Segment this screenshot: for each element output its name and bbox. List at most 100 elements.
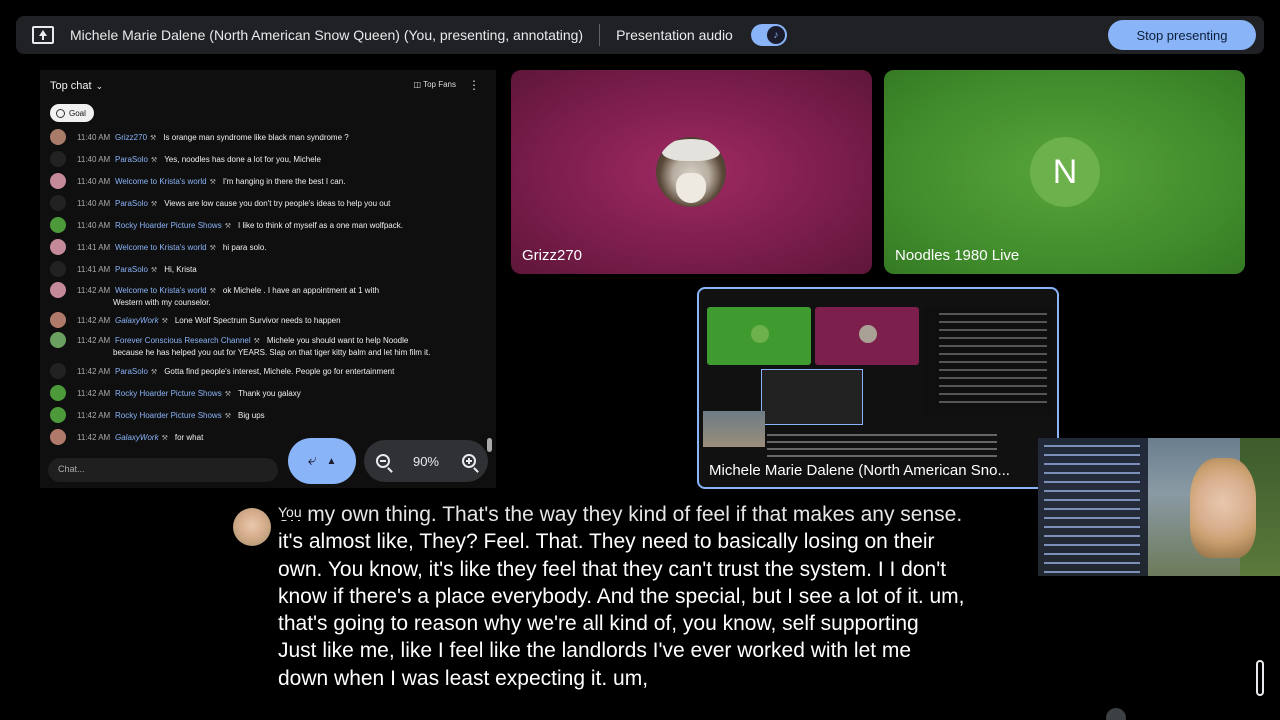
mini-caption-preview: [767, 429, 997, 459]
message-author[interactable]: Rocky Hoarder Picture Shows: [115, 411, 222, 420]
participant-name: Michele Marie Dalene (North American Sno…: [709, 462, 1010, 479]
participant-tile-grizz[interactable]: Grizz270: [511, 70, 872, 274]
zoom-level: 90%: [412, 453, 439, 469]
pen-icon: ⤶: [307, 452, 317, 469]
more-button[interactable]: [1106, 708, 1126, 720]
nested-screen-preview: [761, 369, 863, 425]
wrench-icon: ⚒: [209, 179, 216, 186]
avatar[interactable]: [50, 332, 66, 348]
message-author[interactable]: Welcome to Krista's world: [115, 286, 207, 295]
avatar[interactable]: [50, 385, 66, 401]
message-time: 11:42 AM: [77, 286, 111, 295]
goal-label: Goal: [69, 108, 86, 118]
chat-messages: 11:40 AM Grizz270 ⚒ Is orange man syndrome …: [40, 128, 486, 450]
participant-name: Grizz270: [522, 247, 583, 264]
goal-chip[interactable]: Goal: [50, 104, 94, 122]
caption-line: on my own thing. That's the way they kin…: [278, 503, 963, 526]
message-author[interactable]: Welcome to Krista's world: [115, 243, 207, 252]
caption-line: know if there's a place everybody. And t…: [278, 584, 965, 608]
participant-tile-noodles[interactable]: N Noodles 1980 Live: [884, 70, 1245, 274]
message-time: 11:40 AM: [77, 177, 111, 186]
message-text-continued: Western with my counselor.: [113, 298, 211, 307]
message-text: Yes, noodles has done a lot for you, Mic…: [164, 155, 321, 164]
wrench-icon: ⚒: [224, 391, 231, 398]
avatar[interactable]: [50, 429, 66, 445]
chevron-down-icon[interactable]: ⌄: [96, 81, 104, 92]
avatar[interactable]: [50, 217, 66, 233]
presentation-audio-toggle[interactable]: ♪: [750, 24, 787, 46]
message-author[interactable]: GalaxyWork: [115, 433, 159, 442]
message-text: for what: [174, 433, 204, 442]
mini-tile-preview: [707, 307, 811, 365]
avatar[interactable]: [50, 151, 66, 167]
speaker-icon: ♪: [766, 26, 785, 44]
message-author[interactable]: Rocky Hoarder Picture Shows: [115, 221, 222, 230]
presenter-webcam-face: [1190, 458, 1256, 558]
caption-speaker: You: [278, 504, 306, 520]
wrench-icon: ⚒: [161, 435, 168, 442]
message-author[interactable]: Rocky Hoarder Picture Shows: [115, 389, 222, 398]
avatar[interactable]: [50, 195, 66, 211]
avatar[interactable]: [50, 407, 66, 423]
message-time: 11:42 AM: [77, 433, 111, 442]
message-time: 11:40 AM: [77, 221, 111, 230]
wrench-icon: ⚒: [209, 288, 216, 295]
live-captions: on my own thing. That's the way they kin…: [278, 501, 1048, 693]
mini-tile-preview: [815, 307, 919, 365]
caption-line: that's going to reason why we're all kin…: [278, 612, 919, 636]
message-author[interactable]: Grizz270: [115, 133, 147, 142]
message-author[interactable]: ParaSolo: [115, 265, 148, 274]
message-text: I'm hanging in there the best I can.: [222, 177, 346, 186]
caption-line: Just like me, like I feel like the landl…: [278, 639, 912, 663]
message-author[interactable]: ParaSolo: [115, 155, 148, 164]
avatar[interactable]: [50, 173, 66, 189]
message-time: 11:41 AM: [77, 243, 111, 252]
annotation-tool-button[interactable]: ⤶ ▲: [288, 438, 356, 484]
caption-scrollbar[interactable]: [1256, 660, 1264, 696]
avatar[interactable]: [50, 282, 66, 298]
goal-icon: [56, 108, 65, 118]
chat-message: 11:40 AM ParaSolo ⚒ Yes, noodles has done a…: [50, 151, 470, 167]
zoom-controls: 90%: [364, 440, 488, 482]
webcam-chat-overlay: [1038, 438, 1148, 576]
top-fans-label: Top Fans: [423, 80, 456, 89]
message-author[interactable]: GalaxyWork: [115, 316, 159, 325]
avatar[interactable]: [50, 261, 66, 277]
message-author[interactable]: ParaSolo: [115, 367, 148, 376]
stop-presenting-button[interactable]: Stop presenting: [1108, 20, 1256, 50]
chat-scrollbar[interactable]: [487, 438, 492, 452]
avatar[interactable]: [50, 129, 66, 145]
wrench-icon: ⚒: [150, 157, 158, 164]
chat-message: 11:42 AM Rocky Hoarder Picture Shows ⚒ Big …: [50, 407, 470, 423]
chat-mode-dropdown[interactable]: Top chat: [50, 80, 92, 92]
avatar[interactable]: [50, 239, 66, 255]
message-text: Is orange man syndrome like black man sy…: [163, 133, 349, 142]
mini-chat-preview: [923, 307, 1053, 417]
more-options-icon[interactable]: ⋮: [468, 78, 480, 92]
zoom-out-icon[interactable]: [375, 454, 390, 468]
avatar: [656, 137, 726, 207]
caret-up-icon: ▲: [326, 455, 337, 467]
wrench-icon: ⚒: [224, 223, 231, 230]
message-author[interactable]: Forever Conscious Research Channel: [115, 336, 251, 345]
chat-input[interactable]: Chat...: [48, 458, 278, 482]
zoom-in-icon[interactable]: [462, 454, 477, 468]
webcam-overlay: [1038, 438, 1280, 576]
wrench-icon: ⚒: [209, 245, 216, 252]
wrench-icon: ⚒: [224, 413, 231, 420]
self-presentation-tile[interactable]: Michele Marie Dalene (North American Sno…: [697, 287, 1059, 489]
top-fans-button[interactable]: ◫ Top Fans: [413, 80, 456, 89]
message-author[interactable]: Welcome to Krista's world: [115, 177, 207, 186]
caption-line: own. You know, it's like they feel that …: [278, 557, 947, 581]
participant-name: Noodles 1980 Live: [895, 247, 1020, 264]
avatar[interactable]: [50, 363, 66, 379]
avatar[interactable]: [50, 312, 66, 328]
message-author[interactable]: ParaSolo: [115, 199, 148, 208]
wrench-icon: ⚒: [150, 267, 158, 274]
chat-message: 11:42 AM Welcome to Krista's world ⚒ ok Mic…: [50, 282, 470, 308]
live-chat-panel: Top chat ⌄ ◫ Top Fans ⋮ Goal 11:40 AM Gri…: [40, 70, 496, 488]
message-text: Views are low cause you don't try people…: [164, 199, 391, 208]
message-time: 11:40 AM: [77, 155, 111, 164]
wrench-icon: ⚒: [150, 369, 158, 376]
message-text: Thank you galaxy: [238, 389, 301, 398]
